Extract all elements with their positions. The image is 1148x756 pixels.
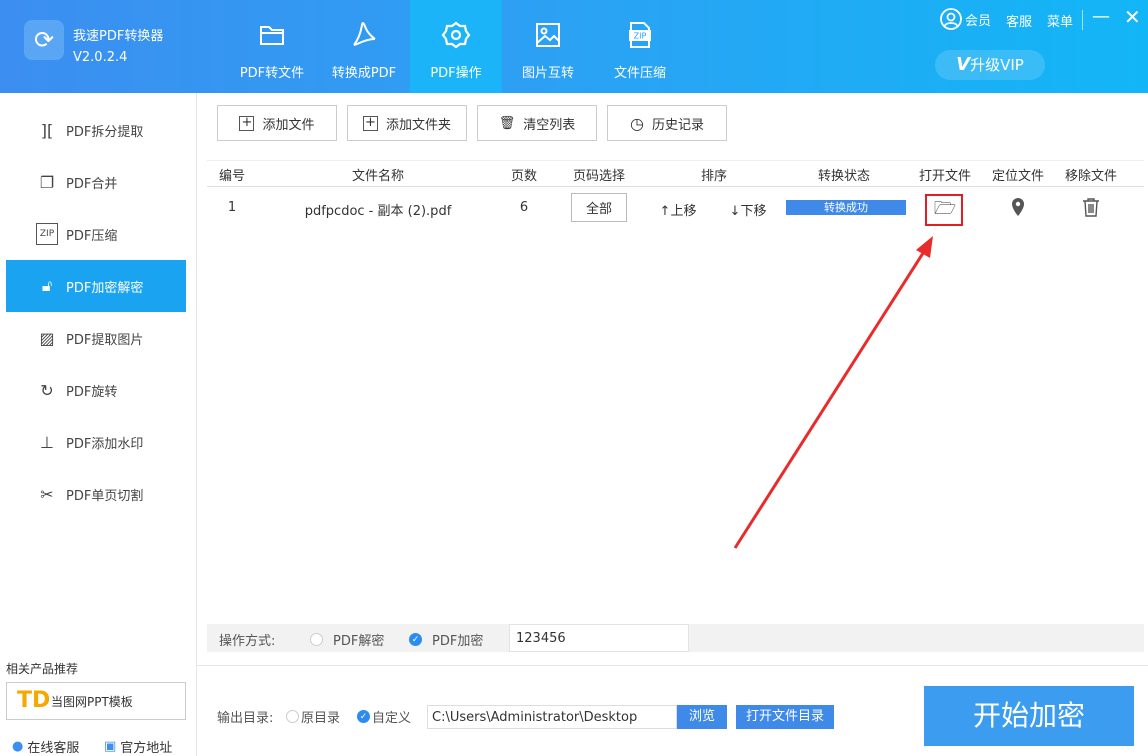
- password-input[interactable]: 123456: [509, 624, 689, 652]
- original-dir-radio[interactable]: 原目录: [286, 707, 340, 726]
- encrypt-radio[interactable]: ✓ PDF加密: [409, 630, 483, 649]
- decrypt-radio[interactable]: PDF解密: [310, 630, 384, 649]
- divider: [197, 665, 1148, 666]
- operation-bar: 操作方式: PDF解密 ✓ PDF加密 123456: [207, 624, 1144, 652]
- open-directory-button[interactable]: 打开文件目录: [736, 705, 834, 729]
- browse-button[interactable]: 浏览: [677, 705, 727, 729]
- custom-dir-radio[interactable]: ✓ 自定义: [357, 707, 411, 726]
- output-path-input[interactable]: C:\Users\Administrator\Desktop: [427, 705, 677, 729]
- start-encrypt-button[interactable]: 开始加密: [924, 686, 1134, 746]
